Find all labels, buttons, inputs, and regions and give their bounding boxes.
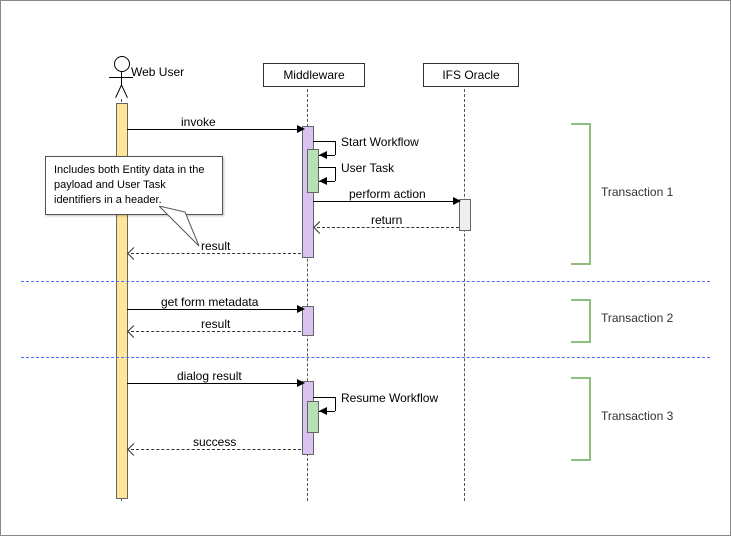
arrowhead-icon <box>313 221 326 234</box>
msg-invoke <box>127 129 297 130</box>
msg-return <box>317 227 459 228</box>
msg-user-task-label: User Task <box>341 161 394 175</box>
transaction-bracket-3 <box>571 377 591 461</box>
actor-icon-leg-r <box>121 85 128 98</box>
msg-get-form-label: get form metadata <box>161 295 258 309</box>
msg-start-workflow <box>313 141 335 142</box>
msg-get-form <box>127 309 297 310</box>
self-seg <box>335 141 336 155</box>
note-tail-icon <box>159 206 209 250</box>
msg-start-workflow-label: Start Workflow <box>341 135 419 149</box>
msg-invoke-label: invoke <box>181 115 216 129</box>
msg-success-label: success <box>193 435 236 449</box>
transaction-label-1: Transaction 1 <box>601 185 673 199</box>
msg-perform-action <box>313 201 455 202</box>
sequence-diagram: Web User Middleware IFS Oracle invoke St… <box>0 0 731 536</box>
transaction-bracket-1 <box>571 123 591 265</box>
transaction-separator <box>21 281 710 282</box>
participant-middleware: Middleware <box>263 63 365 87</box>
participant-webuser: Web User <box>131 65 184 79</box>
activation-mw-3-inner <box>307 401 319 433</box>
msg-result-2-label: result <box>201 317 230 331</box>
lifeline-oracle <box>464 89 465 501</box>
arrowhead-icon <box>127 247 140 260</box>
arrowhead-icon <box>127 443 140 456</box>
transaction-bracket-2 <box>571 299 591 343</box>
msg-return-label: return <box>371 213 402 227</box>
msg-dialog-result-label: dialog result <box>177 369 242 383</box>
actor-icon <box>114 56 130 72</box>
transaction-separator <box>21 357 710 358</box>
msg-success <box>131 449 301 450</box>
arrowhead-icon <box>319 177 327 185</box>
actor-icon-arms <box>109 77 133 78</box>
self-seg <box>335 397 336 411</box>
msg-user-task <box>318 167 335 168</box>
msg-resume-workflow-label: Resume Workflow <box>341 391 438 405</box>
msg-dialog-result <box>127 383 297 384</box>
transaction-label-3: Transaction 3 <box>601 409 673 423</box>
msg-perform-action-label: perform action <box>349 187 426 201</box>
actor-icon-body <box>121 71 122 85</box>
arrowhead-icon <box>297 379 305 387</box>
msg-result-2 <box>131 331 301 332</box>
participant-oracle: IFS Oracle <box>423 63 519 87</box>
arrowhead-icon <box>319 151 327 159</box>
self-seg <box>335 167 336 181</box>
note-text: Includes both Entity data in the payload… <box>54 164 204 206</box>
arrowhead-icon <box>453 197 461 205</box>
arrowhead-icon <box>297 305 305 313</box>
msg-result-1 <box>131 253 301 254</box>
arrowhead-icon <box>127 325 140 338</box>
activation-mw-1-inner <box>307 149 319 193</box>
transaction-label-2: Transaction 2 <box>601 311 673 325</box>
msg-resume-workflow <box>313 397 335 398</box>
arrowhead-icon <box>319 407 327 415</box>
arrowhead-icon <box>297 125 305 133</box>
